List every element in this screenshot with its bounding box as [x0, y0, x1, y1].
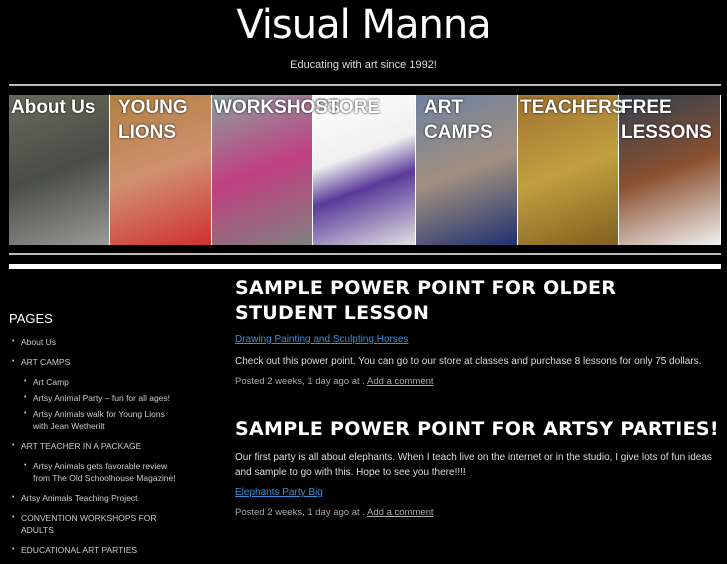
- attachment-link[interactable]: Drawing Painting and Sculpting Horses: [235, 334, 720, 345]
- posts: SAMPLE POWER POINT FOR OLDER STUDENT LES…: [235, 276, 720, 548]
- subpage-link[interactable]: Artsy Animal Party – fun for all ages!: [21, 392, 179, 404]
- site-title[interactable]: Visual Manna: [0, 2, 727, 48]
- nav-label[interactable]: YOUNG LIONS: [112, 95, 207, 145]
- page-link-label[interactable]: Artsy Animals Teaching Project: [21, 493, 138, 503]
- image-nav: About Us YOUNG LIONS WORKSHOPS STORE ART CAM…: [9, 95, 721, 245]
- post-title[interactable]: SAMPLE POWER POINT FOR OLDER STUDENT LES…: [235, 276, 720, 326]
- post-title[interactable]: SAMPLE POWER POINT FOR ARTSY PARTIES!: [235, 417, 720, 442]
- nav-tile-free-lessons[interactable]: FREE LESSONS: [619, 95, 721, 245]
- divider: [9, 264, 721, 269]
- nav-tile-art-camps[interactable]: ART CAMPS: [416, 95, 518, 245]
- nav-tile-store[interactable]: STORE: [313, 95, 416, 245]
- post-meta: Posted 2 weeks, 1 day ago at . Add a com…: [235, 507, 720, 518]
- page-link-label[interactable]: CONVENTION WORKSHOPS FOR ADULTS: [21, 513, 157, 535]
- sidebar: PAGES About Us ART CAMPS Art Camp Artsy Ani…: [9, 311, 179, 564]
- nav-label[interactable]: ART CAMPS: [418, 95, 513, 145]
- page-link[interactable]: EDUCATIONAL ART PARTIES: [9, 544, 179, 556]
- post: SAMPLE POWER POINT FOR ARTSY PARTIES! Our…: [235, 417, 720, 518]
- nav-label[interactable]: STORE: [315, 95, 380, 120]
- divider: [9, 253, 721, 255]
- page-link[interactable]: About Us: [9, 336, 179, 348]
- page-link[interactable]: Artsy Animals Teaching Project: [9, 492, 179, 504]
- subpage-link[interactable]: Artsy Animals gets favorable review from…: [21, 460, 179, 484]
- pages-list: About Us ART CAMPS Art Camp Artsy Animal Pa…: [9, 336, 179, 556]
- add-comment-link[interactable]: Add a comment: [367, 507, 434, 518]
- page-link-label[interactable]: About Us: [21, 337, 56, 347]
- subpage-link[interactable]: Artsy Animals walk for Young Lions with …: [21, 408, 179, 432]
- page-link[interactable]: ART TEACHER IN A PACKAGE Artsy Animals ge…: [9, 440, 179, 484]
- subpage-link[interactable]: Art Camp: [21, 376, 179, 388]
- post-date: Posted 2 weeks, 1 day ago at .: [235, 507, 368, 518]
- nav-label[interactable]: TEACHERS: [520, 95, 625, 120]
- page-link-label[interactable]: ART CAMPS: [21, 357, 70, 367]
- nav-tile-workshops[interactable]: WORKSHOPS: [212, 95, 341, 245]
- page-link-label[interactable]: ART TEACHER IN A PACKAGE: [21, 441, 141, 451]
- divider: [9, 84, 721, 86]
- post-date: Posted 2 weeks, 1 day ago at .: [235, 376, 368, 387]
- nav-tile-young-lions[interactable]: YOUNG LIONS: [110, 95, 212, 245]
- nav-tile-about-us[interactable]: About Us: [9, 95, 110, 245]
- page-link[interactable]: ART CAMPS Art Camp Artsy Animal Party – fu…: [9, 356, 179, 432]
- nav-label[interactable]: FREE LESSONS: [621, 95, 716, 145]
- post: SAMPLE POWER POINT FOR OLDER STUDENT LES…: [235, 276, 720, 387]
- post-body: Check out this power point. You can go t…: [235, 356, 702, 367]
- page-link[interactable]: CONVENTION WORKSHOPS FOR ADULTS: [9, 512, 179, 536]
- site-tagline: Educating with art since 1992!: [290, 59, 437, 71]
- sidebar-heading: PAGES: [9, 311, 53, 326]
- attachment-link[interactable]: Elephants Party Big: [235, 487, 720, 498]
- nav-tile-teachers[interactable]: TEACHERS: [518, 95, 625, 245]
- post-meta: Posted 2 weeks, 1 day ago at . Add a com…: [235, 376, 720, 387]
- add-comment-link[interactable]: Add a comment: [367, 376, 434, 387]
- nav-label[interactable]: About Us: [11, 95, 95, 120]
- post-body: Our first party is all about elephants. …: [235, 452, 712, 478]
- page-link-label[interactable]: EDUCATIONAL ART PARTIES: [21, 545, 137, 555]
